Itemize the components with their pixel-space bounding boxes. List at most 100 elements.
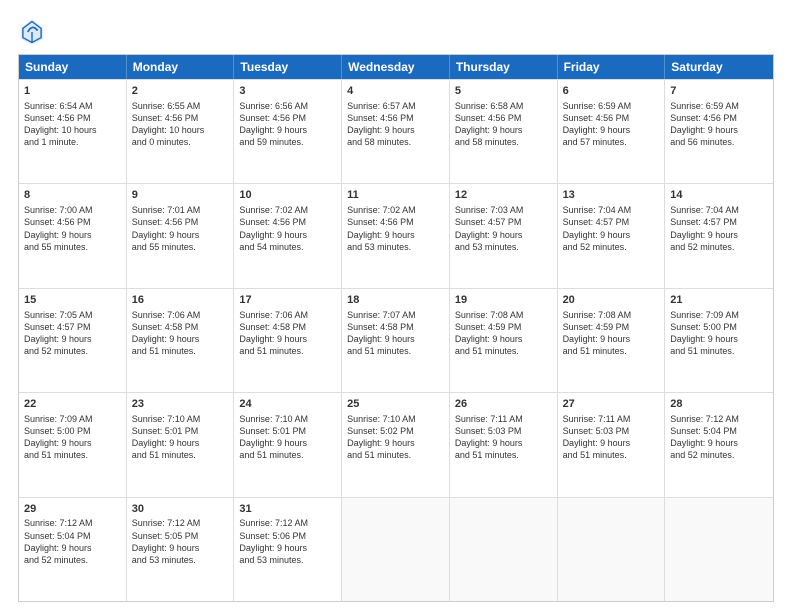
day-number: 2 <box>132 84 229 99</box>
cell-text: Sunset: 4:59 PM <box>563 321 660 333</box>
header <box>18 18 774 46</box>
cell-text: Sunset: 4:56 PM <box>24 112 121 124</box>
week-row-5: 29Sunrise: 7:12 AMSunset: 5:04 PMDayligh… <box>19 497 773 601</box>
cell-text: and 51 minutes. <box>347 345 444 357</box>
cell-text: Sunrise: 7:09 AM <box>670 309 768 321</box>
cell-text: and 51 minutes. <box>132 345 229 357</box>
cell-text: Sunset: 4:57 PM <box>670 216 768 228</box>
cell-text: Sunrise: 7:06 AM <box>239 309 336 321</box>
cell-text: Sunrise: 7:10 AM <box>239 413 336 425</box>
cal-cell: 10Sunrise: 7:02 AMSunset: 4:56 PMDayligh… <box>234 184 342 287</box>
week-row-4: 22Sunrise: 7:09 AMSunset: 5:00 PMDayligh… <box>19 392 773 496</box>
day-number: 23 <box>132 397 229 412</box>
cal-cell: 14Sunrise: 7:04 AMSunset: 4:57 PMDayligh… <box>665 184 773 287</box>
cell-text: and 58 minutes. <box>347 136 444 148</box>
cell-text: Sunset: 4:56 PM <box>455 112 552 124</box>
day-number: 10 <box>239 188 336 203</box>
cell-text: Sunrise: 7:08 AM <box>455 309 552 321</box>
day-number: 30 <box>132 502 229 517</box>
cell-text: Sunset: 5:01 PM <box>239 425 336 437</box>
cell-text: Sunrise: 7:08 AM <box>563 309 660 321</box>
day-number: 8 <box>24 188 121 203</box>
cell-text: Sunrise: 6:59 AM <box>563 100 660 112</box>
cell-text: Sunrise: 7:12 AM <box>239 517 336 529</box>
day-header-thursday: Thursday <box>450 55 558 79</box>
cell-text: Sunrise: 7:01 AM <box>132 204 229 216</box>
week-row-2: 8Sunrise: 7:00 AMSunset: 4:56 PMDaylight… <box>19 183 773 287</box>
cal-cell: 24Sunrise: 7:10 AMSunset: 5:01 PMDayligh… <box>234 393 342 496</box>
day-number: 22 <box>24 397 121 412</box>
cell-text: Sunrise: 7:10 AM <box>347 413 444 425</box>
cal-cell: 28Sunrise: 7:12 AMSunset: 5:04 PMDayligh… <box>665 393 773 496</box>
cell-text: and 52 minutes. <box>24 554 121 566</box>
cell-text: Daylight: 9 hours <box>670 437 768 449</box>
cell-text: Daylight: 9 hours <box>239 229 336 241</box>
cell-text: Daylight: 9 hours <box>563 437 660 449</box>
day-number: 19 <box>455 293 552 308</box>
cell-text: and 55 minutes. <box>24 241 121 253</box>
day-number: 9 <box>132 188 229 203</box>
cell-text: Sunset: 5:05 PM <box>132 530 229 542</box>
cal-cell: 1Sunrise: 6:54 AMSunset: 4:56 PMDaylight… <box>19 80 127 183</box>
cell-text: Sunset: 4:56 PM <box>24 216 121 228</box>
cal-cell: 29Sunrise: 7:12 AMSunset: 5:04 PMDayligh… <box>19 498 127 601</box>
cal-cell: 16Sunrise: 7:06 AMSunset: 4:58 PMDayligh… <box>127 289 235 392</box>
cell-text: Sunrise: 7:12 AM <box>670 413 768 425</box>
day-number: 15 <box>24 293 121 308</box>
cell-text: and 51 minutes. <box>24 449 121 461</box>
cell-text: Sunrise: 7:04 AM <box>670 204 768 216</box>
cell-text: Sunset: 5:01 PM <box>132 425 229 437</box>
cell-text: and 52 minutes. <box>670 449 768 461</box>
cell-text: and 52 minutes. <box>563 241 660 253</box>
cell-text: and 51 minutes. <box>670 345 768 357</box>
cell-text: and 52 minutes. <box>670 241 768 253</box>
cal-cell: 25Sunrise: 7:10 AMSunset: 5:02 PMDayligh… <box>342 393 450 496</box>
cal-cell: 18Sunrise: 7:07 AMSunset: 4:58 PMDayligh… <box>342 289 450 392</box>
day-number: 20 <box>563 293 660 308</box>
cell-text: Daylight: 9 hours <box>563 333 660 345</box>
cal-cell: 19Sunrise: 7:08 AMSunset: 4:59 PMDayligh… <box>450 289 558 392</box>
day-header-saturday: Saturday <box>665 55 773 79</box>
cell-text: and 51 minutes. <box>455 345 552 357</box>
day-number: 14 <box>670 188 768 203</box>
cell-text: Sunset: 4:57 PM <box>455 216 552 228</box>
cell-text: Sunset: 4:57 PM <box>24 321 121 333</box>
calendar-header: SundayMondayTuesdayWednesdayThursdayFrid… <box>19 55 773 79</box>
cell-text: Sunrise: 7:10 AM <box>132 413 229 425</box>
day-number: 18 <box>347 293 444 308</box>
day-number: 24 <box>239 397 336 412</box>
cal-cell: 5Sunrise: 6:58 AMSunset: 4:56 PMDaylight… <box>450 80 558 183</box>
cell-text: Sunrise: 6:57 AM <box>347 100 444 112</box>
cell-text: Sunset: 5:04 PM <box>670 425 768 437</box>
cal-cell: 20Sunrise: 7:08 AMSunset: 4:59 PMDayligh… <box>558 289 666 392</box>
day-number: 28 <box>670 397 768 412</box>
cell-text: Sunrise: 6:56 AM <box>239 100 336 112</box>
logo <box>18 18 50 46</box>
day-number: 16 <box>132 293 229 308</box>
cell-text: Daylight: 9 hours <box>239 333 336 345</box>
cell-text: Sunset: 5:02 PM <box>347 425 444 437</box>
cell-text: Sunset: 4:58 PM <box>347 321 444 333</box>
cell-text: Daylight: 9 hours <box>132 229 229 241</box>
page: SundayMondayTuesdayWednesdayThursdayFrid… <box>0 0 792 612</box>
cell-text: Sunrise: 6:55 AM <box>132 100 229 112</box>
cell-text: Daylight: 9 hours <box>670 124 768 136</box>
cell-text: Daylight: 9 hours <box>347 229 444 241</box>
cell-text: Daylight: 9 hours <box>24 542 121 554</box>
day-header-friday: Friday <box>558 55 666 79</box>
cell-text: and 51 minutes. <box>455 449 552 461</box>
day-header-monday: Monday <box>127 55 235 79</box>
cal-cell: 2Sunrise: 6:55 AMSunset: 4:56 PMDaylight… <box>127 80 235 183</box>
cell-text: Sunrise: 7:11 AM <box>455 413 552 425</box>
cell-text: Sunrise: 7:05 AM <box>24 309 121 321</box>
cell-text: Sunrise: 6:59 AM <box>670 100 768 112</box>
cal-cell <box>558 498 666 601</box>
cell-text: Sunset: 5:00 PM <box>670 321 768 333</box>
cell-text: Sunset: 4:56 PM <box>132 216 229 228</box>
cell-text: Daylight: 9 hours <box>132 333 229 345</box>
cell-text: Daylight: 9 hours <box>670 229 768 241</box>
day-number: 21 <box>670 293 768 308</box>
cell-text: Daylight: 9 hours <box>455 124 552 136</box>
cell-text: Sunset: 4:56 PM <box>670 112 768 124</box>
cell-text: and 51 minutes. <box>563 345 660 357</box>
